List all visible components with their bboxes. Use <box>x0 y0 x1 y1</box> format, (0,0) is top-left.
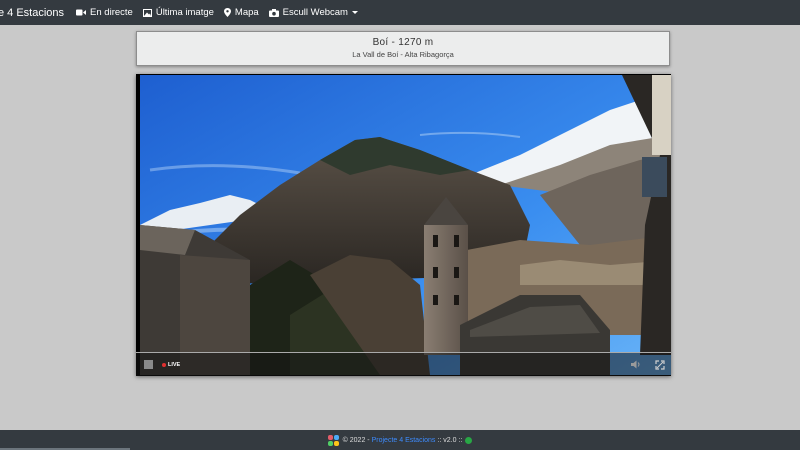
webcam-subtitle: La Vall de Boí - Alta Ribagorça <box>352 50 454 59</box>
nav-live-label: En directe <box>90 7 133 18</box>
image-icon <box>142 8 152 17</box>
chevron-down-icon <box>351 11 358 14</box>
nav-live[interactable]: En directe <box>76 7 133 18</box>
volume-icon[interactable] <box>631 360 641 369</box>
video-camera-icon <box>76 9 87 16</box>
camera-icon <box>268 8 279 17</box>
nav-choose-webcam-dropdown[interactable]: Escull Webcam <box>268 7 358 18</box>
video-player[interactable]: LIVE <box>136 74 671 376</box>
live-label: LIVE <box>168 361 181 368</box>
page-footer: © 2022 - Projecte 4 Estacions :: v2.0 :: <box>0 430 800 450</box>
nav-choose-webcam-label: Escull Webcam <box>282 7 348 18</box>
top-navbar: e 4 Estacions En directe Última imatge M… <box>0 0 800 25</box>
live-indicator: LIVE <box>162 362 180 368</box>
nav-last-image-label: Última imatge <box>155 7 214 18</box>
live-dot-icon <box>162 362 166 367</box>
webcam-title: Boí - 1270 m <box>372 37 434 48</box>
nav-map-label: Mapa <box>234 7 259 18</box>
footer-project-link[interactable]: Projecte 4 Estacions <box>372 437 436 444</box>
footer-version: :: v2.0 :: <box>437 436 463 444</box>
site-brand[interactable]: e 4 Estacions <box>0 7 64 19</box>
webcam-title-card: Boí - 1270 m La Vall de Boí - Alta Ribag… <box>136 31 670 66</box>
map-pin-icon <box>223 8 231 17</box>
fullscreen-icon[interactable] <box>655 359 665 370</box>
footer-copyright: © 2022 - <box>342 436 370 444</box>
player-control-bar: LIVE <box>136 352 671 376</box>
status-indicator <box>465 436 473 444</box>
webcam-live-image <box>140 75 671 375</box>
stop-icon[interactable] <box>144 360 153 369</box>
project-logo-icon <box>327 434 339 446</box>
nav-last-image[interactable]: Última imatge <box>142 7 214 18</box>
nav-map[interactable]: Mapa <box>223 7 259 18</box>
